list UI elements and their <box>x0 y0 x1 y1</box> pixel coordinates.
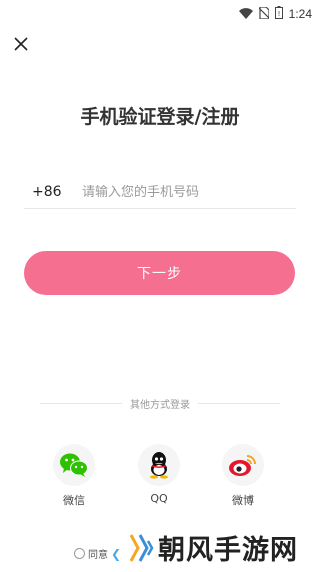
other-login-divider: 其他方式登录 <box>40 396 280 411</box>
divider-line-left <box>40 402 122 404</box>
country-code[interactable]: +86 <box>24 184 82 200</box>
qq-login[interactable]: QQ <box>135 444 183 505</box>
chevron-left-icon: ❮ <box>111 546 122 561</box>
watermark-text: 朝风手游网 <box>158 535 298 566</box>
wechat-label: 微信 <box>63 494 85 507</box>
wechat-icon <box>60 453 88 477</box>
watermark: 朝风手游网 <box>128 528 298 567</box>
other-login-label: 其他方式登录 <box>130 399 190 411</box>
status-time: 1:24 <box>288 6 312 21</box>
battery-icon: ! <box>274 4 283 23</box>
wechat-icon-circle <box>53 444 95 486</box>
status-bar: ! 1:24 <box>0 0 320 24</box>
qq-icon-circle <box>138 444 180 486</box>
wifi-icon <box>238 4 253 23</box>
agreement-row: 同意 ❮ <box>74 546 121 561</box>
next-button[interactable]: 下一步 <box>24 251 295 295</box>
status-icons: ! 1:24 <box>238 4 312 23</box>
divider-line-right <box>198 402 280 404</box>
phone-row: +86 <box>24 176 296 209</box>
close-icon <box>14 37 28 51</box>
agreement-radio[interactable] <box>74 548 85 559</box>
qq-label: QQ <box>150 492 168 505</box>
watermark-logo-icon <box>129 533 154 562</box>
weibo-login[interactable]: 微博 <box>219 444 267 508</box>
qq-icon <box>150 452 168 479</box>
weibo-label: 微博 <box>232 494 254 507</box>
close-button[interactable] <box>10 33 32 55</box>
phone-input[interactable] <box>82 184 296 200</box>
agreement-label: 同意 <box>88 550 108 561</box>
svg-text:!: ! <box>277 10 280 18</box>
wechat-login[interactable]: 微信 <box>50 444 98 508</box>
weibo-icon-circle <box>222 444 264 486</box>
page-title: 手机验证登录/注册 <box>80 106 240 128</box>
weibo-icon <box>229 455 256 476</box>
no-sim-icon <box>258 4 270 23</box>
